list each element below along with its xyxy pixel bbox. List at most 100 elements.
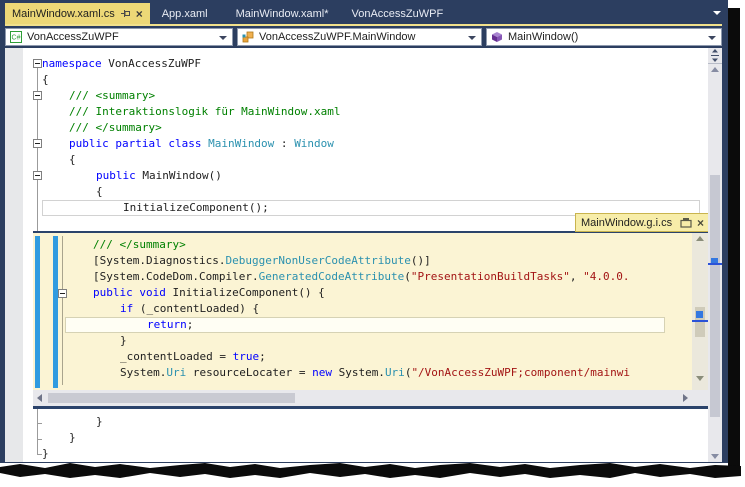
code-token: { xyxy=(42,73,49,86)
code-token: public partial class xyxy=(69,137,209,150)
code-token: resourceLocater = xyxy=(186,366,313,379)
split-editor-handle[interactable] xyxy=(708,48,722,64)
caret-position-marker xyxy=(696,311,703,318)
code-token: /// <summary> xyxy=(69,89,156,102)
code-token: "4.0.0. xyxy=(583,270,630,283)
code-token: ()] xyxy=(410,254,431,267)
code-line: /// </summary> xyxy=(42,120,700,136)
svg-text:C#: C# xyxy=(12,35,21,42)
code-token: namespace xyxy=(42,57,109,70)
after-peek-code-block: }}} xyxy=(42,408,442,462)
code-token: { xyxy=(69,153,76,166)
tab-title: MainWindow.xaml.cs xyxy=(12,7,115,20)
tab-overflow-chevron-icon[interactable] xyxy=(713,11,721,15)
promote-to-document-icon[interactable] xyxy=(680,217,692,228)
code-token: (_contentLoaded) { xyxy=(139,302,260,315)
peek-window[interactable]: /// </summary> [System.Diagnostics.Debugg… xyxy=(33,231,710,406)
scroll-up-icon[interactable] xyxy=(711,67,719,72)
code-line: [System.CodeDom.Compiler.GeneratedCodeAt… xyxy=(65,269,665,285)
code-token: VonAccessZuWPF xyxy=(108,57,201,70)
pin-icon[interactable] xyxy=(120,8,131,19)
scroll-down-icon[interactable] xyxy=(696,376,704,381)
change-tracking-bar xyxy=(53,236,58,388)
tab-app-xaml[interactable]: App.xaml xyxy=(156,3,214,24)
tab-mainwindow-xaml[interactable]: MainWindow.xaml* xyxy=(230,3,335,24)
code-token: ; xyxy=(259,350,266,363)
code-token: /// </summary> xyxy=(93,238,186,251)
code-line: /// </summary> xyxy=(65,237,665,253)
code-token: [System.CodeDom.Compiler. xyxy=(93,270,259,283)
code-token: Uri xyxy=(384,366,405,379)
code-token: MainWindow() xyxy=(142,169,222,182)
screenshot-page: MainWindow.xaml.cs × App.xaml MainWindow… xyxy=(0,0,745,487)
close-icon[interactable]: × xyxy=(136,8,143,20)
fold-toggle[interactable] xyxy=(33,171,42,180)
peek-folding-margin-line xyxy=(62,236,63,385)
change-tracking-bar xyxy=(35,236,40,388)
main-vertical-scrollbar[interactable] xyxy=(708,48,722,462)
peek-header-tab[interactable]: MainWindow.g.i.cs × xyxy=(575,213,710,232)
code-token: public void xyxy=(93,286,173,299)
scroll-down-icon[interactable] xyxy=(711,454,719,459)
code-token: /// Interaktionslogik für MainWindow.xam… xyxy=(69,105,341,118)
scroll-right-icon[interactable] xyxy=(683,394,688,402)
code-line: _contentLoaded = true; xyxy=(65,349,665,365)
indicator-margin xyxy=(5,48,23,462)
fold-toggle[interactable] xyxy=(33,91,42,100)
window-shadow xyxy=(728,8,740,476)
scroll-thumb[interactable] xyxy=(710,175,720,417)
tab-bar: MainWindow.xaml.cs × App.xaml MainWindow… xyxy=(5,3,710,24)
code-line: if (_contentLoaded) { xyxy=(65,301,665,317)
code-line: /// <summary> xyxy=(42,88,700,104)
code-line: } xyxy=(42,446,442,462)
scroll-left-icon[interactable] xyxy=(37,394,42,402)
code-token: DebuggerNonUserCodeAttribute xyxy=(225,254,411,267)
code-line: public partial class MainWindow : Window xyxy=(42,136,700,152)
peek-vertical-scrollbar[interactable] xyxy=(692,233,708,390)
type-dropdown[interactable]: VonAccessZuWPF.MainWindow xyxy=(237,28,482,46)
code-token: } xyxy=(42,447,49,460)
code-token: [System.Diagnostics. xyxy=(93,254,226,267)
scroll-thumb[interactable] xyxy=(48,393,295,403)
main-code-block: namespace VonAccessZuWPF{/// <summary>//… xyxy=(42,50,700,216)
peek-horizontal-scrollbar[interactable] xyxy=(33,390,710,406)
scroll-up-icon[interactable] xyxy=(696,236,704,241)
chevron-down-icon[interactable] xyxy=(468,36,476,40)
code-token: } xyxy=(69,431,76,444)
chevron-down-icon[interactable] xyxy=(219,36,227,40)
code-line: { xyxy=(42,152,700,168)
code-line: { xyxy=(42,184,700,200)
code-token: if xyxy=(120,302,140,315)
fold-toggle[interactable] xyxy=(33,139,42,148)
code-token: public xyxy=(96,169,143,182)
code-line: public MainWindow() xyxy=(42,168,700,184)
fold-toggle[interactable] xyxy=(33,59,42,68)
code-token: { xyxy=(96,185,103,198)
peek-title: MainWindow.g.i.cs xyxy=(581,216,673,229)
tab-mainwindow-xaml-cs[interactable]: MainWindow.xaml.cs × xyxy=(5,3,150,24)
code-token: InitializeComponent() { xyxy=(172,286,325,299)
code-line: namespace VonAccessZuWPF xyxy=(42,56,700,72)
code-token: true xyxy=(232,350,260,363)
code-token: "PresentationBuildTasks" xyxy=(410,270,570,283)
class-icon xyxy=(242,31,254,43)
code-token: ( xyxy=(404,270,411,283)
code-line: public void InitializeComponent() { xyxy=(65,285,665,301)
member-dropdown[interactable]: MainWindow() xyxy=(486,28,722,46)
chevron-down-icon[interactable] xyxy=(708,36,716,40)
code-line: { xyxy=(42,72,700,88)
peek-bottom-border xyxy=(33,406,710,409)
peek-close-icon[interactable]: × xyxy=(697,217,704,229)
code-token: MainWindow xyxy=(208,137,275,150)
tab-vonaccesszuwpf[interactable]: VonAccessZuWPF xyxy=(346,3,450,24)
code-token: } xyxy=(96,415,103,428)
code-token: System. xyxy=(120,366,167,379)
project-dropdown[interactable]: C# VonAccessZuWPF xyxy=(5,28,233,46)
caret-position-marker xyxy=(692,320,708,322)
code-token: "/VonAccessZuWPF;component/mainwi xyxy=(411,366,630,379)
current-code-line: return; xyxy=(65,317,665,333)
code-token: Window xyxy=(294,137,334,150)
caret-position-marker xyxy=(708,263,722,265)
code-line: } xyxy=(65,333,665,349)
code-token: new xyxy=(312,366,332,379)
